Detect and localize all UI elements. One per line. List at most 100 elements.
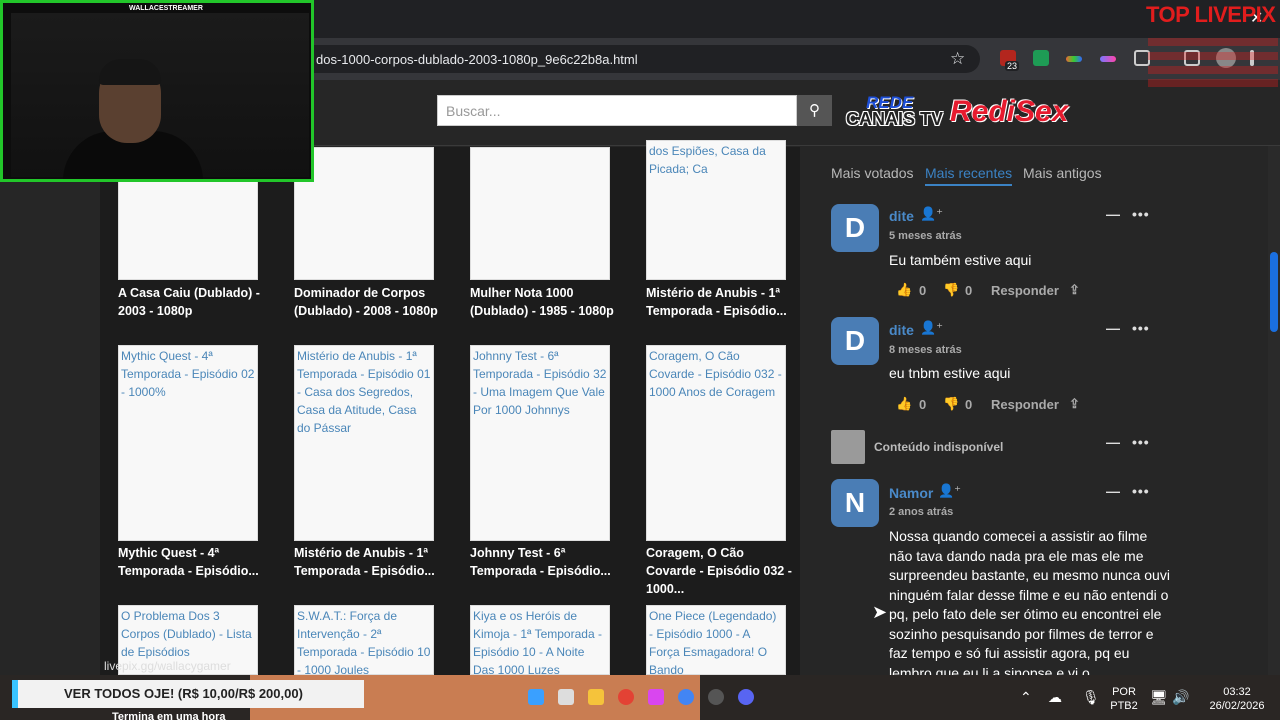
logo-text-redisex: RediSex (950, 95, 1069, 128)
collapse-icon[interactable]: — (1106, 320, 1121, 336)
livepix-row (1148, 66, 1278, 74)
file-explorer-icon[interactable] (588, 689, 604, 705)
task-view-icon[interactable] (558, 689, 574, 705)
livepix-row (1148, 52, 1278, 60)
mouse-cursor-icon: ➤ (872, 602, 888, 622)
like-count: 0 (919, 283, 927, 298)
livepix-row (1148, 38, 1278, 46)
avatar[interactable]: N (831, 479, 879, 527)
item-title[interactable]: Johnny Test - 6ª Temporada - Episódio... (470, 544, 620, 580)
screen: dos-1000-corpos-dublado-2003-1080p_9e6c2… (0, 0, 1280, 720)
extension-icon-multicolor[interactable] (1066, 56, 1082, 62)
poster-image[interactable] (294, 147, 434, 280)
more-options-icon[interactable]: ••• (1132, 434, 1150, 450)
unavailable-comment: Conteúdo indisponível (874, 440, 1004, 454)
poster-alt-text: Mistério de Anubis - 1ª Temporada - Epis… (297, 349, 431, 435)
collapse-icon[interactable]: — (1106, 206, 1121, 222)
start-menu-icon[interactable] (528, 689, 544, 705)
bookmark-star-icon[interactable]: ☆ (950, 49, 965, 69)
poster-alt-text (295, 148, 433, 150)
chrome-icon[interactable] (618, 689, 634, 705)
language-indicator[interactable]: POR PTB2 (1108, 685, 1140, 713)
livepix-row (1148, 79, 1278, 87)
tab-oldest[interactable]: Mais antigos (1023, 165, 1102, 181)
webcam-overlay: WALLACESTREAMER (0, 0, 314, 182)
reply-button[interactable]: Responder (991, 397, 1059, 412)
poster-image[interactable]: S.W.A.T.: Força de Intervenção - 2ª Temp… (294, 605, 434, 675)
like-count: 0 (919, 397, 927, 412)
collapse-icon[interactable]: — (1106, 434, 1121, 450)
dislike-icon[interactable]: 👎 (943, 282, 959, 298)
volume-icon[interactable]: 🔊 (1172, 689, 1189, 706)
item-title[interactable]: A Casa Caiu (Dublado) - 2003 - 1080p (118, 284, 268, 320)
obs-icon[interactable] (708, 689, 724, 705)
microphone-icon[interactable]: 🎙 (1082, 689, 1100, 706)
item-title[interactable]: Dominador de Corpos (Dublado) - 2008 - 1… (294, 284, 444, 320)
search-button[interactable]: ⚲ (797, 95, 832, 126)
page-scrollbar[interactable] (1268, 146, 1280, 675)
comment-text: eu tnbm estive aqui (889, 365, 1011, 381)
item-title[interactable]: Mistério de Anubis - 1ª Temporada - Epis… (294, 544, 444, 580)
avatar[interactable]: D (831, 204, 879, 252)
more-options-icon[interactable]: ••• (1132, 483, 1150, 499)
avatar[interactable]: D (831, 317, 879, 365)
logo-text-canaistv: CANAIS TV (846, 109, 944, 129)
item-title[interactable]: Coragem, O Cão Covarde - Episódio 032 - … (646, 544, 796, 598)
tray-overflow-icon[interactable]: ⌃ (1020, 689, 1032, 706)
livepix-watermark: livepix.gg/wallacygamer (104, 659, 231, 673)
comment-author[interactable]: dite (889, 322, 914, 338)
item-title[interactable]: Mistério de Anubis - 1ª Temporada - Epis… (646, 284, 796, 320)
streamer-name: WALLACESTREAMER (129, 5, 203, 12)
more-options-icon[interactable]: ••• (1132, 206, 1150, 222)
like-icon[interactable]: 👍 (896, 282, 912, 298)
follow-user-icon[interactable]: 👤⁺ (938, 483, 961, 499)
poster-alt-text: O Problema Dos 3 Corpos (Dublado) - List… (121, 609, 252, 659)
poster-image[interactable]: Kiya e os Heróis de Kimoja - 1ª Temporad… (470, 605, 610, 675)
search-input[interactable]: Buscar... (437, 95, 797, 126)
discord-icon[interactable] (738, 689, 754, 705)
poster-image[interactable]: Mythic Quest - 4ª Temporada - Episódio 0… (118, 345, 258, 541)
poster-alt-text: Johnny Test - 6ª Temporada - Episódio 32… (473, 349, 607, 417)
clock[interactable]: 03:32 26/02/2026 (1198, 685, 1276, 713)
chrome-profile-icon[interactable] (678, 689, 694, 705)
network-icon[interactable]: 🖥 (1150, 689, 1168, 706)
comment-time: 5 meses atrás (889, 230, 962, 242)
app-icon-purple[interactable] (648, 689, 664, 705)
dislike-icon[interactable]: 👎 (943, 396, 959, 412)
comment-text: Eu também estive aqui (889, 252, 1032, 268)
streamer-hair (99, 59, 161, 85)
item-title[interactable]: Mulher Nota 1000 (Dublado) - 1985 - 1080… (470, 284, 620, 320)
dislike-count: 0 (965, 283, 973, 298)
poster-image[interactable] (470, 147, 610, 280)
item-title[interactable]: Mythic Quest - 4ª Temporada - Episódio..… (118, 544, 268, 580)
like-icon[interactable]: 👍 (896, 396, 912, 412)
comment-time: 8 meses atrás (889, 344, 962, 356)
follow-user-icon[interactable]: 👤⁺ (920, 320, 943, 336)
extension-icon-green[interactable] (1033, 50, 1049, 66)
tab-most-recent[interactable]: Mais recentes (925, 165, 1013, 186)
poster-alt-text: Coragem, O Cão Covarde - Episódio 032 - … (649, 349, 782, 399)
follow-user-icon[interactable]: 👤⁺ (920, 206, 943, 222)
clock-date: 26/02/2026 (1209, 700, 1265, 712)
reply-button[interactable]: Responder (991, 283, 1059, 298)
scrollbar-thumb[interactable] (1270, 252, 1278, 332)
poster-image[interactable]: Mistério de Anubis - 1ª Temporada - Epis… (294, 345, 434, 541)
poster-image[interactable]: dos Espiões, Casa da Picada; Ca (646, 140, 786, 280)
extension-icon-purple[interactable] (1100, 56, 1116, 62)
share-icon[interactable]: ⇪ (1069, 282, 1080, 298)
share-icon[interactable]: ⇪ (1069, 396, 1080, 412)
comment-author[interactable]: dite (889, 208, 914, 224)
search-icon: ⚲ (809, 102, 820, 119)
more-options-icon[interactable]: ••• (1132, 320, 1150, 336)
poster-image[interactable]: Johnny Test - 6ª Temporada - Episódio 32… (470, 345, 610, 541)
poster-image[interactable]: One Piece (Legendado) - Episódio 1000 - … (646, 605, 786, 675)
comment-author[interactable]: Namor (889, 485, 933, 501)
poster-image[interactable]: Coragem, O Cão Covarde - Episódio 032 - … (646, 345, 786, 541)
address-bar-url: dos-1000-corpos-dublado-2003-1080p_9e6c2… (316, 52, 638, 67)
tab-most-voted[interactable]: Mais votados (831, 165, 913, 181)
tray-app-icon[interactable]: ☁ (1048, 689, 1062, 706)
goal-banner-subtitle: Termina em uma hora (112, 711, 226, 720)
language-code: POR (1112, 686, 1136, 698)
poster-alt-text: dos Espiões, Casa da Picada; Ca (649, 144, 766, 176)
collapse-icon[interactable]: — (1106, 483, 1121, 499)
